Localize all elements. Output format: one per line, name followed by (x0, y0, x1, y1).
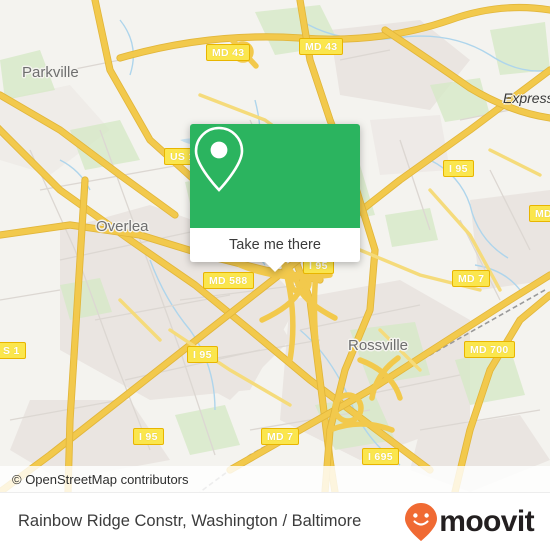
route-shield-md-588: MD 588 (203, 272, 254, 289)
moovit-brand[interactable]: moovit (404, 502, 535, 542)
popup-tail-arrow (265, 262, 285, 272)
route-shield-md-edge: MD (529, 205, 550, 222)
route-shield-md-7-east: MD 7 (452, 270, 491, 287)
take-me-there-button[interactable]: Take me there (190, 228, 360, 272)
map-canvas[interactable]: .wa { fill:#EAE5E1; } /* residential / u… (0, 0, 550, 492)
footer-bar: Rainbow Ridge Constr, Washington / Balti… (0, 492, 550, 550)
route-shield-md-700: MD 700 (464, 341, 515, 358)
popup-pin-area (190, 124, 360, 228)
location-pin-icon (194, 126, 244, 192)
route-shield-md-43-west: MD 43 (206, 44, 251, 61)
route-shield-md-7-south: MD 7 (261, 428, 300, 445)
moovit-wordmark: moovit (439, 504, 534, 538)
route-shield-i-95-east: I 95 (443, 160, 474, 177)
moovit-map-screenshot: .wa { fill:#EAE5E1; } /* residential / u… (0, 0, 550, 550)
route-shield-i-95-south: I 95 (133, 428, 164, 445)
map-place-label: Rossville (348, 337, 409, 354)
map-place-label: Overlea (96, 218, 149, 235)
moovit-smiley-pin-icon (405, 502, 438, 541)
route-shield-us-1-edge: S 1 (0, 342, 26, 359)
map-place-label: Parkville (22, 64, 79, 81)
attribution-text: © OpenStreetMap contributors (12, 471, 189, 487)
map-road-name-label: Express (503, 90, 550, 106)
location-popup-card[interactable]: Take me there (190, 124, 360, 272)
take-me-there-label: Take me there (229, 237, 321, 253)
location-title: Rainbow Ridge Constr, Washington / Balti… (18, 512, 362, 530)
route-shield-i-695: I 695 (362, 448, 399, 465)
map-attribution-bar: © OpenStreetMap contributors (0, 466, 550, 492)
route-shield-md-43-east: MD 43 (299, 38, 344, 55)
route-shield-i-95-mid: I 95 (187, 346, 218, 363)
